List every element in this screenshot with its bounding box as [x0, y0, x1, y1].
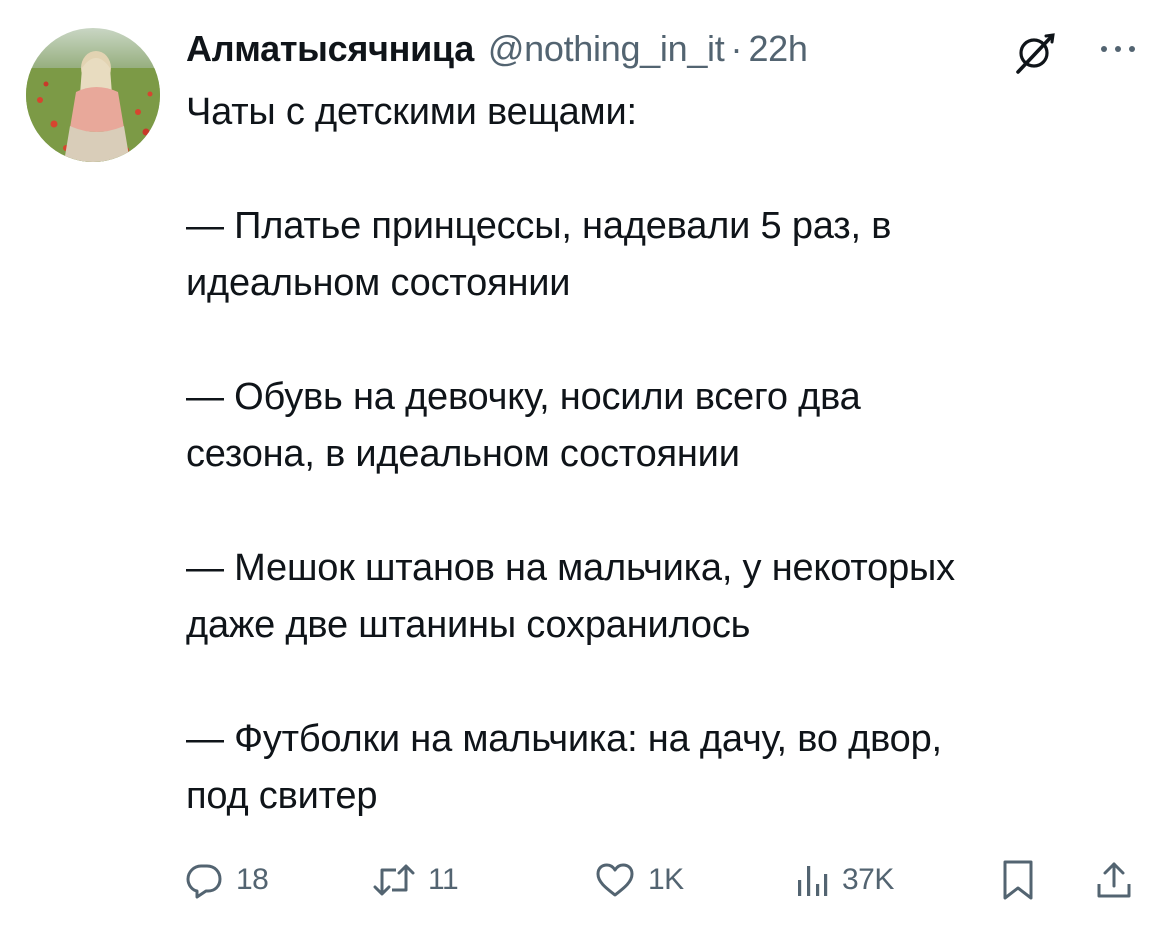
retweet-icon [373, 864, 415, 896]
heart-icon [596, 863, 634, 897]
tweet-line: — Мешок штанов на мальчика, у некоторых [186, 547, 955, 589]
tweet-line: сезона, в идеальном состоянии [186, 433, 740, 475]
reply-count: 18 [236, 863, 269, 896]
separator-dot: · [730, 28, 743, 69]
reply-button[interactable]: 18 [184, 852, 269, 908]
timestamp[interactable]: 22h [748, 28, 807, 70]
avatar-image [26, 28, 160, 162]
share-button[interactable] [1094, 852, 1134, 908]
tweet: Алматысячница @nothing_in_it · 22h Чаты … [0, 0, 1170, 931]
views-count: 37K [842, 863, 894, 896]
tweet-line: — Платье принцессы, надевали 5 раз, в [186, 205, 892, 247]
grok-icon[interactable] [1012, 30, 1058, 76]
views-icon [798, 866, 828, 896]
tweet-line: идеальном состоянии [186, 262, 571, 304]
retweet-button[interactable]: 11 [372, 852, 459, 908]
tweet-line: даже две штанины сохранилось [186, 604, 751, 646]
reply-icon [186, 864, 222, 899]
user-handle[interactable]: @nothing_in_it [488, 28, 725, 70]
bookmark-icon [1003, 860, 1033, 900]
tweet-line: — Футболки на мальчика: на дачу, во двор… [186, 718, 942, 760]
display-name[interactable]: Алматысячница [186, 28, 474, 70]
more-options-icon[interactable] [1096, 34, 1140, 64]
like-count: 1K [648, 863, 684, 896]
tweet-line: под свитер [186, 775, 378, 817]
retweet-count: 11 [428, 863, 459, 896]
share-icon [1097, 862, 1131, 898]
tweet-text: Чаты с детскими вещами: — Платье принцес… [186, 84, 1146, 825]
like-button[interactable]: 1K [594, 852, 684, 908]
tweet-line: — Обувь на девочку, носили всего два [186, 376, 861, 418]
views-button[interactable]: 37K [794, 852, 894, 908]
action-bar: 18 11 1K 37K [184, 852, 1144, 908]
tweet-line: Чаты с детскими вещами: [186, 91, 637, 133]
bookmark-button[interactable] [1000, 852, 1036, 908]
avatar[interactable] [26, 28, 160, 162]
tweet-header: Алматысячница @nothing_in_it · 22h [186, 26, 808, 72]
